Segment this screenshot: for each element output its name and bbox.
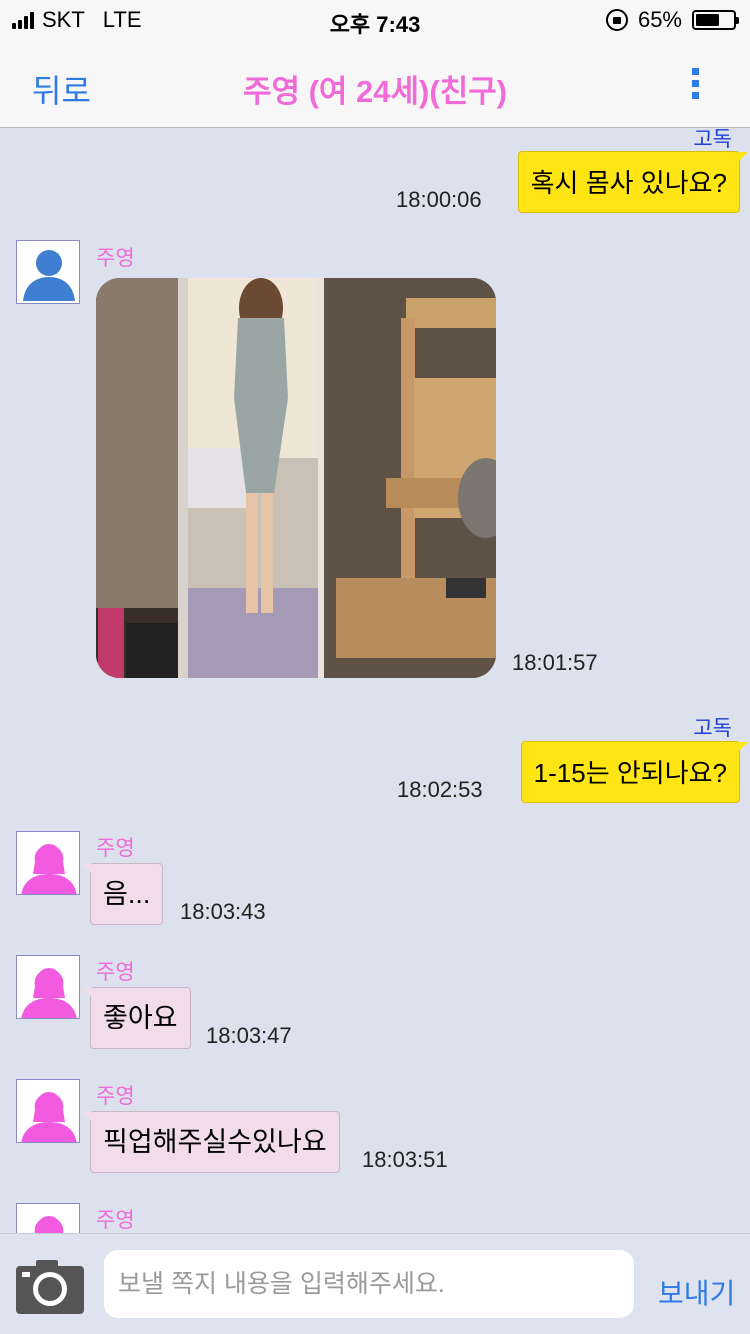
message-time: 18:03:47 (206, 1023, 292, 1048)
status-right: 65% (605, 7, 739, 33)
message-time: 18:01:57 (512, 650, 598, 675)
incoming-bubble[interactable]: 픽업해주실수있나요 (82, 1111, 340, 1173)
message-time: 18:03:51 (362, 1147, 448, 1172)
sender-name: 주영 (96, 961, 135, 984)
battery-percent: 65% (637, 7, 682, 32)
female-person-icon[interactable] (16, 831, 80, 895)
send-button[interactable]: 보내기 (658, 1272, 735, 1312)
navigation-bar: 뒤로 주영 (여 24세)(친구) (0, 40, 750, 128)
female-person-icon[interactable] (16, 955, 80, 1019)
sender-name: 고독 (693, 129, 732, 151)
sender-name: 주영 (96, 1085, 135, 1108)
kebab-menu-icon[interactable] (692, 68, 704, 100)
outgoing-bubble[interactable]: 혹시 몸사 있나요? (517, 151, 749, 213)
sender-name: 주영 (96, 837, 135, 860)
composer-bar: 보내기 (0, 1233, 750, 1334)
sender-name: 고독 (693, 717, 732, 740)
message-list[interactable]: 고독 혹시 몸사 있나요? 18:00:06 주영 18:01:57 고독 1-… (0, 129, 750, 1233)
message-time: 18:00:06 (396, 187, 482, 212)
female-person-icon[interactable] (16, 1079, 80, 1143)
incoming-bubble[interactable]: 좋아요 (82, 987, 191, 1049)
female-person-icon[interactable] (16, 1203, 80, 1233)
camera-icon[interactable] (16, 1258, 84, 1314)
sender-name: 주영 (96, 1209, 135, 1232)
sender-name: 주영 (96, 247, 135, 270)
message-time: 18:02:53 (397, 777, 483, 802)
incoming-bubble[interactable]: 음... (81, 863, 164, 925)
chat-title: 주영 (여 24세)(친구) (242, 74, 508, 109)
status-bar: SKT LTE 오후 7:43 65% (0, 0, 750, 40)
message-input[interactable] (104, 1250, 634, 1318)
photo-message[interactable] (96, 278, 496, 678)
battery-icon (692, 10, 739, 30)
rotation-lock-icon (605, 9, 628, 31)
mirror-selfie-image (96, 278, 496, 678)
default-person-icon[interactable] (16, 240, 80, 304)
message-time: 18:03:43 (180, 899, 266, 924)
outgoing-bubble[interactable]: 1-15는 안되나요? (520, 741, 749, 803)
